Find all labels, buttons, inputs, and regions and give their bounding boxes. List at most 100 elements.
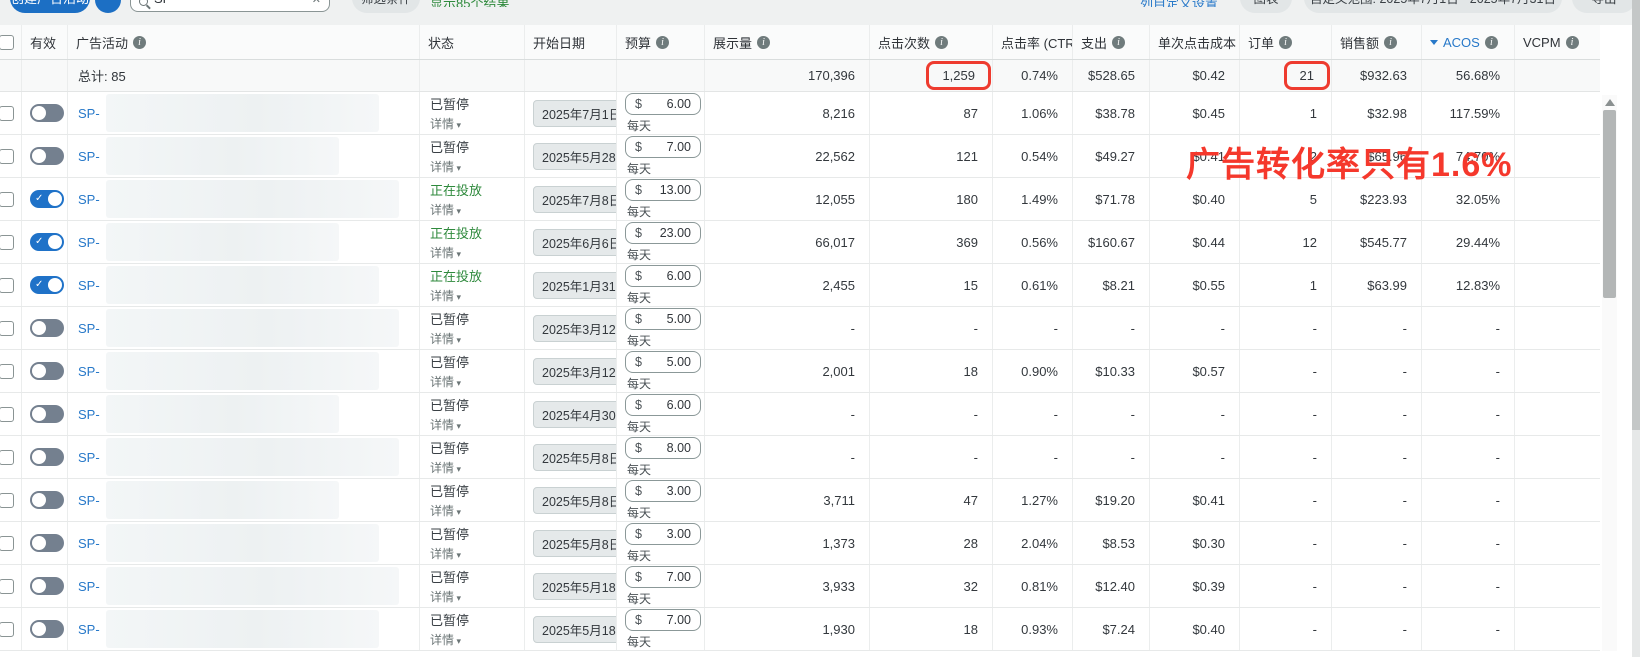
info-icon[interactable] <box>133 35 147 49</box>
budget-input[interactable]: $ 3.00 <box>625 479 701 502</box>
search-input[interactable]: SP <box>130 0 330 12</box>
status-detail-link[interactable]: 详情 <box>430 631 461 648</box>
status-detail-link[interactable]: 详情 <box>430 330 461 347</box>
status-detail-link[interactable]: 详情 <box>430 545 461 562</box>
campaign-link[interactable]: SP- <box>78 235 100 250</box>
info-icon[interactable] <box>656 35 670 49</box>
start-date-chip[interactable]: 2025年5月18日 <box>533 615 616 643</box>
row-checkbox[interactable] <box>0 492 14 508</box>
export-button[interactable]: 导出 <box>1572 0 1636 13</box>
start-date-chip[interactable]: 2025年7月8日 <box>533 185 616 213</box>
status-detail-link[interactable]: 详情 <box>430 373 461 390</box>
active-toggle[interactable] <box>30 233 64 251</box>
campaign-link[interactable]: SP- <box>78 493 100 508</box>
scroll-up-icon[interactable] <box>1604 99 1615 106</box>
campaign-link[interactable]: SP- <box>78 407 100 422</box>
start-date-chip[interactable]: 2025年5月8日 <box>533 443 616 471</box>
graphs-button[interactable]: 图表 <box>1240 0 1292 13</box>
start-date-chip[interactable]: 2025年5月28日 <box>533 142 616 170</box>
start-date-chip[interactable]: 2025年7月1日 <box>533 99 616 127</box>
page-scrollbar-thumb[interactable] <box>1632 0 1640 430</box>
budget-input[interactable]: $ 6.00 <box>625 264 701 287</box>
active-toggle[interactable] <box>30 620 64 638</box>
active-toggle[interactable] <box>30 276 64 294</box>
row-checkbox[interactable] <box>0 578 14 594</box>
scrollbar-thumb[interactable] <box>1603 110 1616 298</box>
status-detail-link[interactable]: 详情 <box>430 287 461 304</box>
start-date-chip[interactable]: 2025年6月6日 <box>533 228 616 256</box>
campaign-link[interactable]: SP- <box>78 278 100 293</box>
campaign-link[interactable]: SP- <box>78 149 100 164</box>
status-detail-link[interactable]: 详情 <box>430 588 461 605</box>
info-icon[interactable] <box>1384 35 1398 49</box>
table-scrollbar[interactable] <box>1602 95 1617 651</box>
start-date-chip[interactable]: 2025年3月12日 <box>533 357 616 385</box>
select-all-checkbox[interactable] <box>0 34 14 50</box>
budget-input[interactable]: $ 5.00 <box>625 350 701 373</box>
columns-link[interactable]: 列自定义设置 <box>1140 0 1218 7</box>
row-checkbox[interactable] <box>0 406 14 422</box>
campaign-link[interactable]: SP- <box>78 321 100 336</box>
campaign-link[interactable]: SP- <box>78 536 100 551</box>
info-icon[interactable] <box>935 35 949 49</box>
info-icon[interactable] <box>1484 35 1498 49</box>
status-detail-link[interactable]: 详情 <box>430 502 461 519</box>
status-detail-link[interactable]: 详情 <box>430 416 461 433</box>
start-date-chip[interactable]: 2025年5月8日 <box>533 529 616 557</box>
col-cpc[interactable]: 单次点击成本 (CPC) <box>1150 25 1240 59</box>
status-detail-link[interactable]: 详情 <box>430 201 461 218</box>
info-icon[interactable] <box>1279 35 1293 49</box>
campaign-link[interactable]: SP- <box>78 192 100 207</box>
campaign-link[interactable]: SP- <box>78 364 100 379</box>
info-icon[interactable] <box>1112 35 1126 49</box>
budget-input[interactable]: $ 5.00 <box>625 307 701 330</box>
active-toggle[interactable] <box>30 491 64 509</box>
campaign-link[interactable]: SP- <box>78 450 100 465</box>
info-icon[interactable] <box>1565 35 1579 49</box>
budget-input[interactable]: $ 13.00 <box>625 178 701 201</box>
budget-input[interactable]: $ 8.00 <box>625 436 701 459</box>
active-toggle[interactable] <box>30 577 64 595</box>
row-checkbox[interactable] <box>0 621 14 637</box>
start-date-chip[interactable]: 2025年3月12日 <box>533 314 616 342</box>
col-sales[interactable]: 销售额 <box>1332 25 1422 59</box>
active-toggle[interactable] <box>30 534 64 552</box>
col-spend[interactable]: 支出 <box>1073 25 1150 59</box>
status-detail-link[interactable]: 详情 <box>430 115 461 132</box>
budget-input[interactable]: $ 6.00 <box>625 393 701 416</box>
budget-input[interactable]: $ 3.00 <box>625 522 701 545</box>
date-range-button[interactable]: 自定义范围: 2025年7月1日 - 2025年7月31日 <box>1304 0 1562 13</box>
col-ctr[interactable]: 点击率 (CTR) <box>993 25 1073 59</box>
status-detail-link[interactable]: 详情 <box>430 459 461 476</box>
budget-input[interactable]: $ 7.00 <box>625 565 701 588</box>
col-clicks[interactable]: 点击次数 <box>870 25 993 59</box>
info-icon[interactable] <box>757 35 771 49</box>
start-date-chip[interactable]: 2025年4月30日 <box>533 400 616 428</box>
col-orders[interactable]: 订单 <box>1240 25 1332 59</box>
filter-button[interactable]: 筛选条件 <box>352 0 420 13</box>
active-toggle[interactable] <box>30 319 64 337</box>
row-checkbox[interactable] <box>0 320 14 336</box>
budget-input[interactable]: $ 6.00 <box>625 92 701 115</box>
status-detail-link[interactable]: 详情 <box>430 158 461 175</box>
active-toggle[interactable] <box>30 362 64 380</box>
budget-input[interactable]: $ 7.00 <box>625 135 701 158</box>
results-link[interactable]: 显示85个结果 <box>430 0 509 7</box>
active-toggle[interactable] <box>30 190 64 208</box>
start-date-chip[interactable]: 2025年5月8日 <box>533 486 616 514</box>
col-vcpm[interactable]: VCPM <box>1515 25 1600 59</box>
active-toggle[interactable] <box>30 448 64 466</box>
row-checkbox[interactable] <box>0 148 14 164</box>
row-checkbox[interactable] <box>0 363 14 379</box>
row-checkbox[interactable] <box>0 105 14 121</box>
row-checkbox[interactable] <box>0 449 14 465</box>
col-impressions[interactable]: 展示量 <box>705 25 870 59</box>
active-toggle[interactable] <box>30 104 64 122</box>
status-detail-link[interactable]: 详情 <box>430 244 461 261</box>
budget-input[interactable]: $ 23.00 <box>625 221 701 244</box>
clear-search-icon[interactable] <box>312 0 321 6</box>
campaign-link[interactable]: SP- <box>78 106 100 121</box>
page-scrollbar[interactable] <box>1632 0 1640 657</box>
row-checkbox[interactable] <box>0 535 14 551</box>
active-toggle[interactable] <box>30 405 64 423</box>
